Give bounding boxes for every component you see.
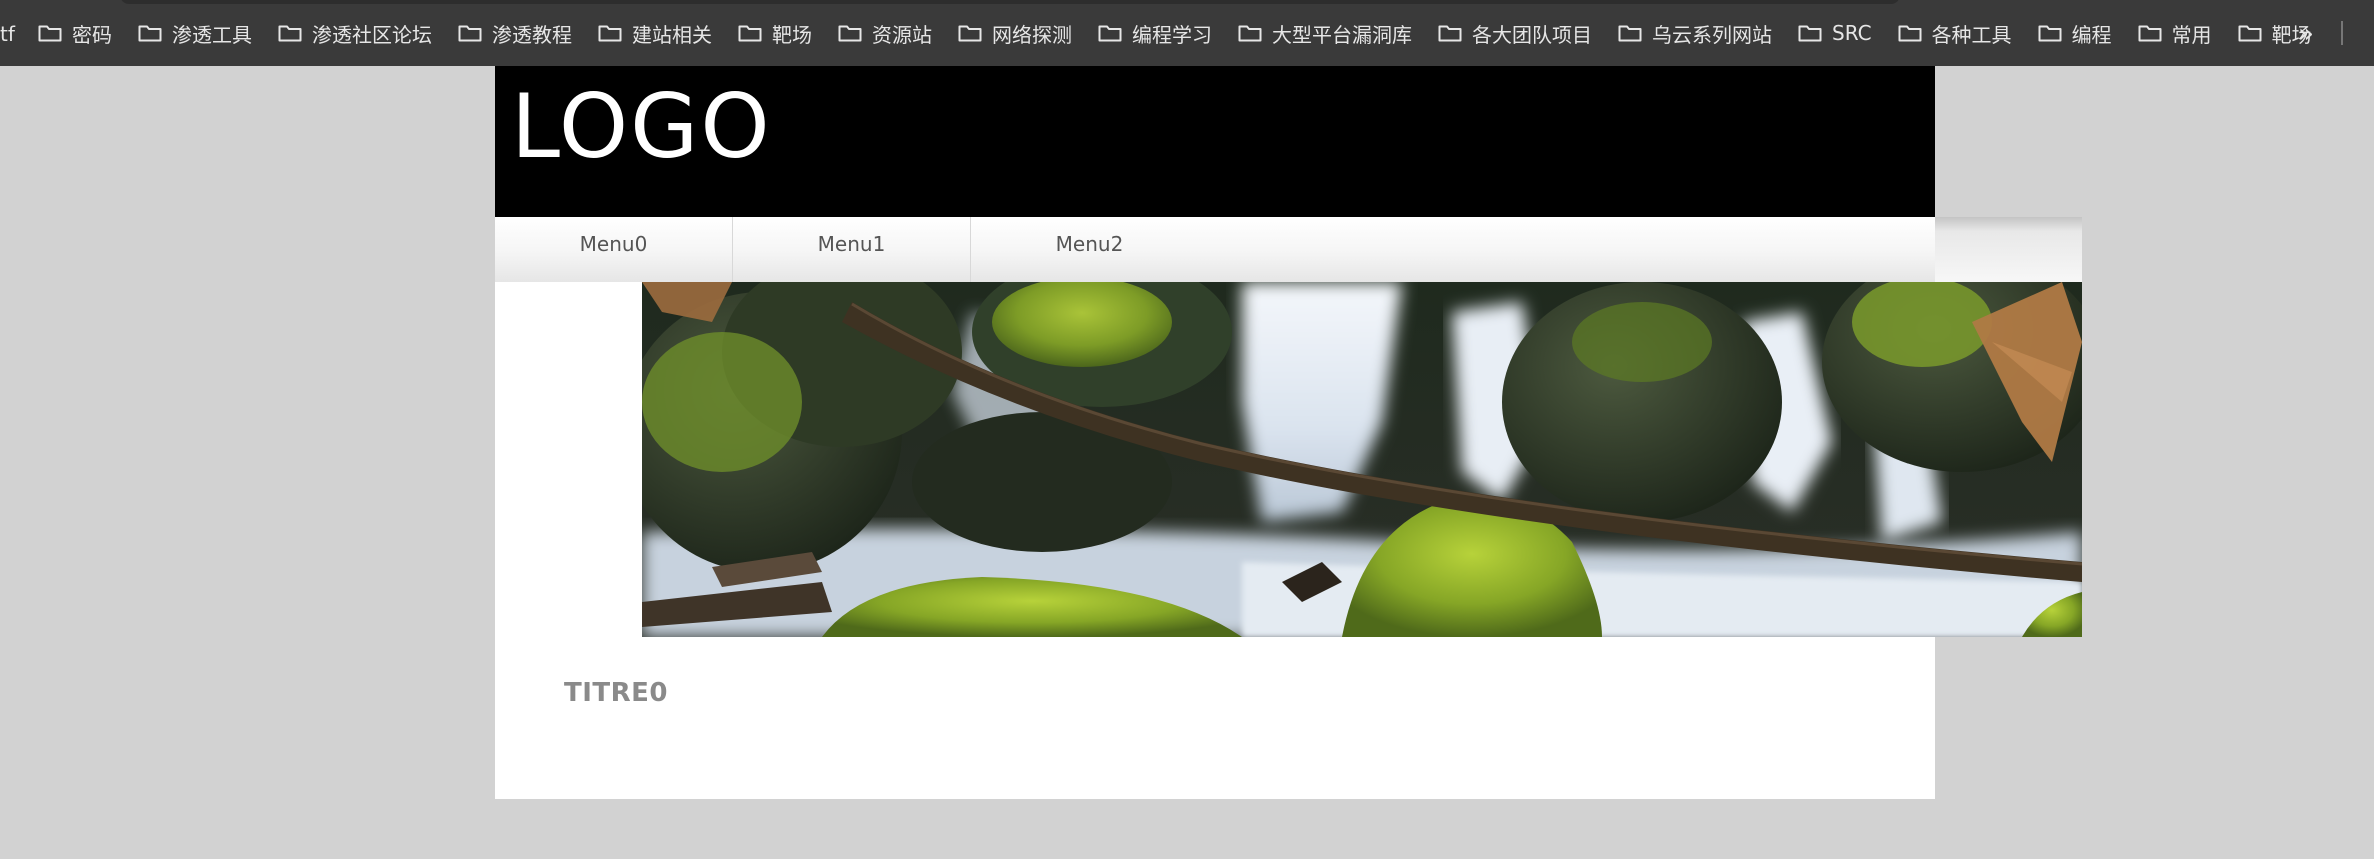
folder-icon — [2238, 24, 2262, 42]
folder-icon — [598, 24, 622, 42]
folder-icon — [838, 24, 862, 42]
bookmark-folder[interactable]: 大型平台漏洞库 — [1238, 19, 1412, 48]
bookmark-label: 渗透工具 — [172, 22, 252, 47]
bookmark-label: 渗透社区论坛 — [312, 22, 432, 47]
bookmark-label: SRC — [1832, 21, 1872, 45]
nav-item-menu2[interactable]: Menu2 — [971, 217, 1208, 282]
bookmark-label: 靶场 — [772, 22, 812, 47]
site-logo[interactable]: LOGO — [511, 72, 772, 182]
bookmarks-overflow-button[interactable]: » — [2292, 14, 2320, 54]
bookmark-folder[interactable]: 资源站 — [838, 19, 932, 48]
bookmark-folder[interactable]: 各大团队项目 — [1438, 19, 1592, 48]
bookmark-folder[interactable]: 常用 — [2138, 19, 2212, 48]
bookmark-folder[interactable]: 渗透社区论坛 — [278, 19, 432, 48]
folder-icon — [458, 24, 482, 42]
bookmark-label: 编程 — [2071, 22, 2112, 47]
folder-icon — [1438, 24, 1462, 42]
bookmark-folder[interactable]: 各种工具 — [1898, 19, 2012, 48]
nav-item-menu1[interactable]: Menu1 — [733, 217, 970, 282]
banner-image — [642, 282, 2082, 637]
folder-icon — [1238, 24, 1262, 42]
main-nav: Menu0 Menu1 Menu2 — [495, 217, 1935, 282]
bookmarks-bar: tf 密码 渗透工具 渗透社区论坛 渗透教程 建站相关 靶场 资源站 网络探测 编程学习 大型平台… — [0, 0, 2374, 66]
bookmark-label: 编程学习 — [1132, 22, 1212, 47]
bookmark-folder[interactable]: 编程 — [2038, 19, 2112, 48]
folder-icon — [278, 24, 302, 42]
bookmark-folder[interactable]: 编程学习 — [1098, 19, 1212, 48]
bookmark-folder[interactable]: 渗透工具 — [138, 19, 252, 48]
site-header: LOGO — [495, 66, 1935, 217]
bookmark-folder[interactable]: 渗透教程 — [458, 19, 572, 48]
toolbar-divider — [2341, 21, 2343, 45]
folder-icon — [1098, 24, 1122, 42]
bookmark-partial[interactable]: tf — [0, 22, 15, 46]
bookmark-folder[interactable]: 密码 — [38, 19, 112, 48]
bookmark-label: 建站相关 — [632, 22, 712, 47]
bookmark-label: 各大团队项目 — [1472, 22, 1592, 47]
bookmark-folder[interactable]: 网络探测 — [958, 19, 1072, 48]
nav-overflow-shadow — [1935, 217, 2082, 282]
nav-item-menu0[interactable]: Menu0 — [495, 217, 732, 282]
bookmark-folder[interactable]: 靶场 — [738, 19, 812, 48]
bookmark-folder[interactable]: 乌云系列网站 — [1618, 19, 1772, 48]
folder-icon — [38, 24, 62, 42]
bookmark-label: 乌云系列网站 — [1652, 22, 1772, 47]
bookmark-folder[interactable]: 建站相关 — [598, 19, 712, 48]
folder-icon — [138, 24, 162, 42]
bookmark-label: 资源站 — [872, 22, 932, 47]
bookmark-label: 大型平台漏洞库 — [1272, 22, 1412, 47]
folder-icon — [1898, 24, 1922, 42]
bookmark-list: 密码 渗透工具 渗透社区论坛 渗透教程 建站相关 靶场 资源站 网络探测 编程学习 大型平台漏洞库… — [38, 0, 2312, 66]
page-title: TITRE0 — [564, 678, 669, 708]
folder-icon — [2138, 24, 2162, 42]
bookmark-label: 各种工具 — [1931, 22, 2012, 47]
bookmark-label: 网络探测 — [992, 22, 1072, 47]
folder-icon — [738, 24, 762, 42]
folder-icon — [2038, 24, 2062, 42]
bookmark-label: 渗透教程 — [492, 22, 572, 47]
folder-icon — [1618, 24, 1642, 42]
bookmark-label: 密码 — [72, 22, 112, 47]
folder-icon — [958, 24, 982, 42]
folder-icon — [1798, 24, 1822, 42]
bookmark-folder[interactable]: SRC — [1798, 21, 1872, 45]
bookmark-label: 常用 — [2171, 22, 2212, 47]
waterfall-photo — [642, 282, 2082, 637]
